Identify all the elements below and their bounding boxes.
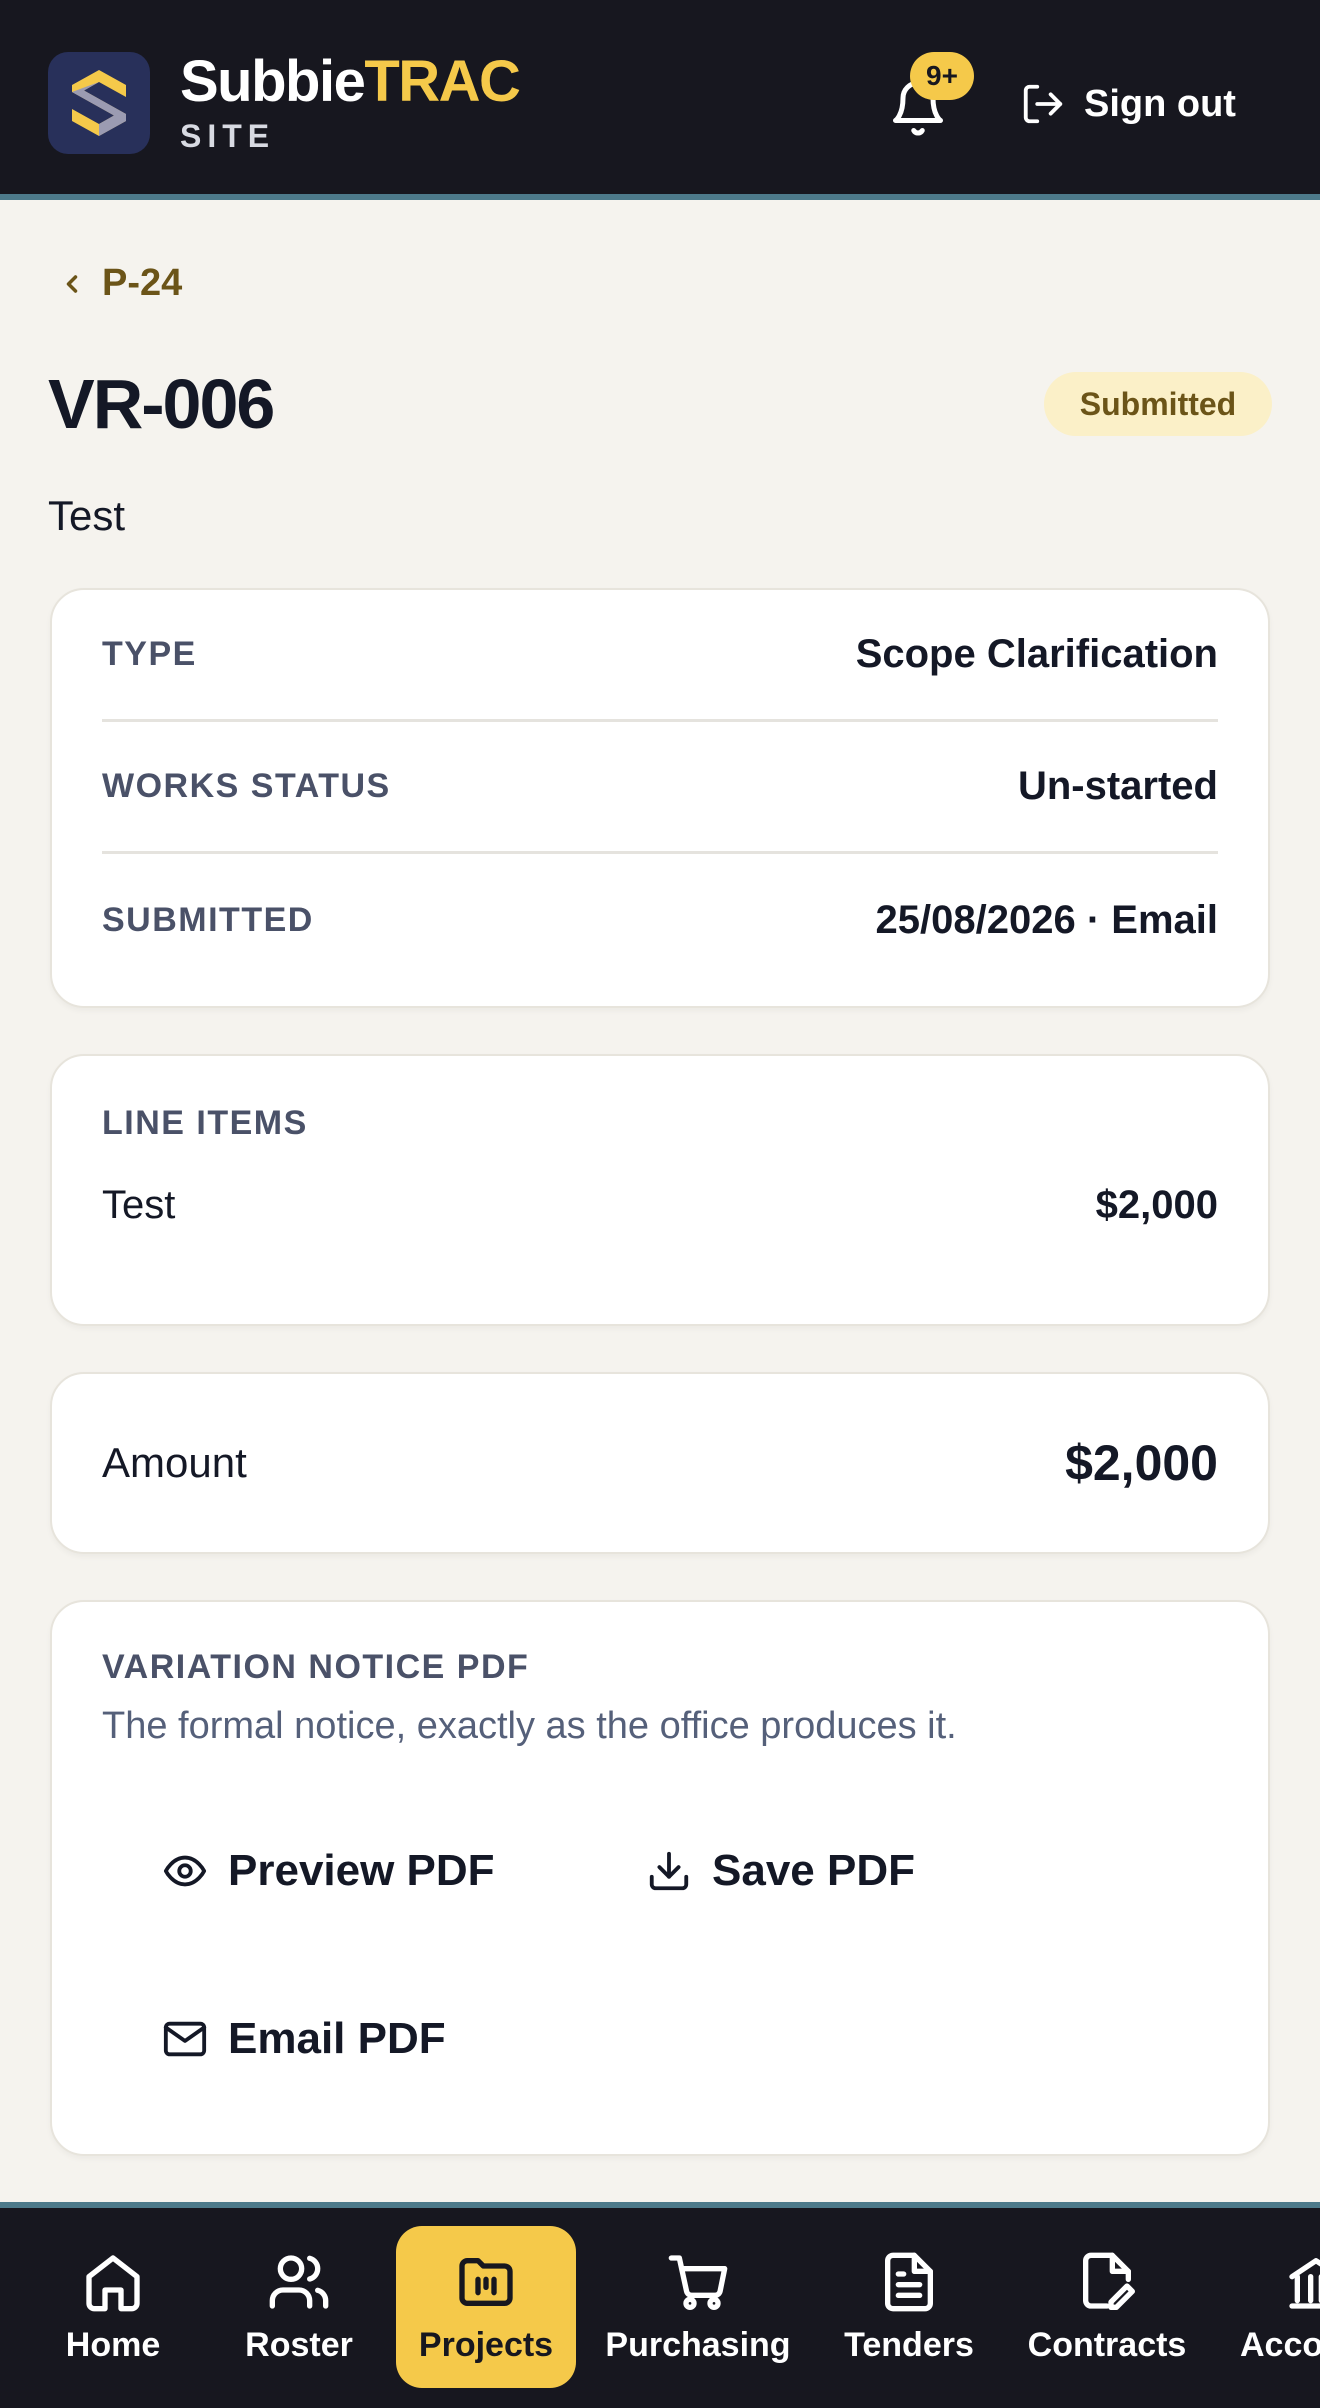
line-items-heading: LINE ITEMS [102,1104,308,1142]
nav-item-home[interactable]: Home [42,2226,184,2388]
list-item: Test $2,000 [102,1183,1218,1228]
eye-icon [163,1855,207,1887]
bank-icon [1289,2257,1320,2309]
email-pdf-button[interactable]: Email PDF [162,2014,446,2064]
nav-item-tenders[interactable]: Tenders [834,2226,984,2388]
nav-item-label: Purchasing [605,2325,791,2364]
preview-pdf-label: Preview PDF [228,1846,495,1895]
nav-item-label: Roster [245,2325,353,2364]
nav-item-accounts[interactable]: Acco [1240,2226,1320,2388]
amount-card: Amount $2,000 [50,1372,1270,1554]
save-pdf-label: Save PDF [712,1846,915,1895]
amount-label: Amount [102,1439,247,1486]
notification-badge: 9+ [910,52,974,100]
detail-label: SUBMITTED [102,900,314,939]
sign-out-label: Sign out [1084,82,1236,125]
document-icon [885,2252,933,2311]
logo-s-icon [72,70,126,136]
back-link-label: P-24 [102,262,183,304]
brand-name: SubbieTRAC [180,49,521,114]
detail-value: 25/08/2026 · Email [875,897,1218,942]
preview-pdf-button[interactable]: Preview PDF [162,1846,495,1896]
detail-label: TYPE [102,635,197,673]
app-header: SubbieTRAC SITE 9+ Sign out [0,0,1320,200]
brand-name-part1: Subbie [180,49,366,114]
detail-label: WORKS STATUS [102,767,391,805]
contract-edit-icon [1083,2252,1135,2310]
detail-row-type: TYPE Scope Clarification [102,590,1218,722]
nav-item-label: Home [65,2325,161,2364]
bottom-nav: Home Roster Projects Purchasing Tenders … [0,2202,1320,2408]
detail-row-submitted: SUBMITTED 25/08/2026 · Email [102,854,1218,986]
detail-value: Un-started [1017,764,1218,808]
brand-name-part2: TRAC [364,49,521,114]
app-logo[interactable] [48,52,150,154]
amount-value: $2,000 [1065,1435,1218,1491]
pdf-card: VARIATION NOTICE PDF The formal notice, … [50,1600,1270,2156]
folder-icon [459,2257,513,2306]
cart-icon [668,2254,728,2310]
status-badge: Submitted [1044,372,1272,436]
details-card: TYPE Scope Clarification WORKS STATUS Un… [50,588,1270,1008]
chevron-left-icon [66,274,78,293]
line-item-name: Test [102,1183,176,1227]
brand: SubbieTRAC SITE [180,49,521,156]
detail-value: Scope Clarification [855,632,1218,676]
users-icon [269,2254,329,2309]
brand-subtitle: SITE [180,118,276,154]
sign-out-icon [1023,84,1063,124]
back-link[interactable]: P-24 [58,262,182,305]
nav-item-label: Tenders [844,2325,974,2364]
nav-item-contracts[interactable]: Contracts [1022,2226,1192,2388]
nav-item-label: Acco [1240,2325,1320,2364]
download-icon [649,1851,689,1891]
nav-item-roster[interactable]: Roster [228,2226,370,2388]
nav-item-label: Projects [418,2325,554,2364]
page-subtitle: Test [48,492,126,539]
sign-out-button[interactable]: Sign out [1020,76,1236,132]
nav-item-purchasing[interactable]: Purchasing [604,2226,792,2388]
mail-icon [163,2021,207,2057]
nav-item-projects[interactable]: Projects [396,2226,576,2388]
detail-row-works-status: WORKS STATUS Un-started [102,722,1218,854]
home-icon [86,2254,140,2311]
pdf-heading: VARIATION NOTICE PDF [102,1648,530,1686]
nav-item-label: Contracts [1027,2325,1187,2364]
email-pdf-label: Email PDF [228,2014,446,2063]
page-title: VR-006 [48,365,275,443]
pdf-description: The formal notice, exactly as the office… [102,1705,957,1747]
line-item-amount: $2,000 [1095,1183,1218,1227]
line-items-card: LINE ITEMS Test $2,000 [50,1054,1270,1326]
save-pdf-button[interactable]: Save PDF [646,1846,915,1896]
